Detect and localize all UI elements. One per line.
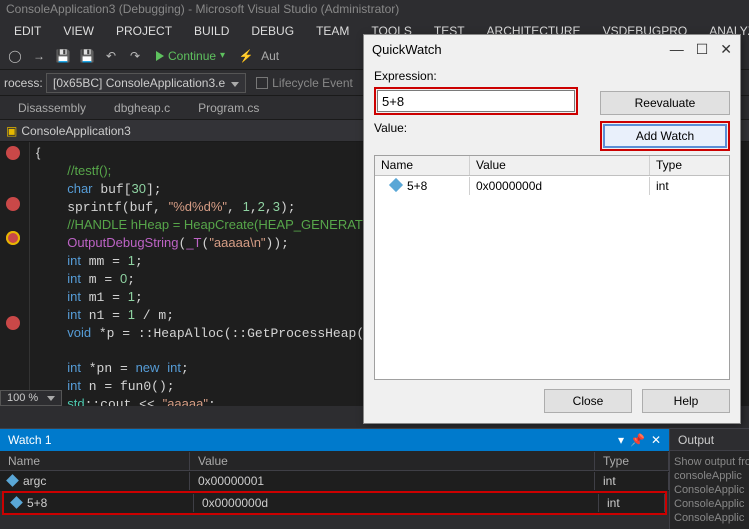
breakpoint-icon[interactable]: [6, 197, 20, 211]
menu-debug[interactable]: DEBUG: [241, 22, 304, 40]
dialog-title-bar[interactable]: QuickWatch — ☐ ✕: [364, 35, 740, 63]
build-icon[interactable]: ⚡: [237, 47, 255, 65]
save-all-icon[interactable]: 💾: [78, 47, 96, 65]
project-icon: ▣: [6, 124, 17, 138]
watch-row-argc[interactable]: argc 0x00000001 int: [0, 471, 669, 491]
nav-back-icon[interactable]: ◯: [6, 47, 24, 65]
pin-icon[interactable]: 📌: [630, 433, 645, 447]
col-value[interactable]: Value: [470, 156, 650, 175]
output-title[interactable]: Output: [670, 429, 749, 451]
tab-program[interactable]: Program.cs: [184, 97, 273, 119]
process-value: [0x65BC] ConsoleApplication3.e: [53, 76, 225, 90]
expression-label: Expression:: [374, 69, 437, 83]
minimize-icon[interactable]: —: [670, 41, 684, 58]
grid-header: Name Value Type: [375, 156, 729, 176]
aut-label: Aut: [261, 49, 279, 63]
menu-view[interactable]: VIEW: [53, 22, 104, 40]
tab-dbgheap[interactable]: dbgheap.c: [100, 97, 184, 119]
output-line: ConsoleApplic: [674, 483, 745, 497]
watch-col-name[interactable]: Name: [0, 452, 190, 470]
current-breakpoint-icon[interactable]: [6, 231, 20, 245]
editor-gutter: [0, 142, 30, 406]
watch-col-type[interactable]: Type: [595, 452, 669, 470]
zoom-value: 100 %: [7, 392, 38, 404]
window-title: ConsoleApplication3 (Debugging) - Micros…: [6, 2, 399, 16]
save-icon[interactable]: 💾: [54, 47, 72, 65]
expression-highlight: [374, 87, 578, 115]
add-watch-button[interactable]: Add Watch: [603, 124, 727, 148]
col-type[interactable]: Type: [650, 156, 729, 175]
wr-value: 0x00000001: [190, 472, 595, 490]
show-output-from: Show output fro: [674, 455, 745, 469]
menu-project[interactable]: PROJECT: [106, 22, 182, 40]
redo-icon[interactable]: ↷: [126, 47, 144, 65]
dropdown-icon[interactable]: ▾: [618, 433, 624, 447]
quickwatch-dialog: QuickWatch — ☐ ✕ Expression: Value: Name…: [363, 34, 741, 424]
breakpoint-icon[interactable]: [6, 316, 20, 330]
row-type: int: [650, 177, 729, 195]
value-icon: [389, 178, 403, 192]
close-panel-icon[interactable]: ✕: [651, 433, 661, 447]
watch-row-highlight: 5+8 0x0000000d int: [2, 491, 667, 515]
undo-icon[interactable]: ↶: [102, 47, 120, 65]
value-icon: [6, 474, 19, 487]
zoom-combo[interactable]: 100 %: [0, 390, 62, 406]
wr-name: 5+8: [27, 496, 47, 510]
wr-type: int: [595, 472, 669, 490]
watch-row-5plus8[interactable]: 5+8 0x0000000d int: [4, 493, 665, 513]
reevaluate-button[interactable]: Reevaluate: [600, 91, 730, 115]
expression-input[interactable]: [377, 90, 575, 112]
lifecycle-events[interactable]: Lifecycle Event: [256, 76, 353, 90]
output-line: ConsoleApplic: [674, 497, 745, 511]
add-watch-highlight: Add Watch: [600, 121, 730, 151]
wr-type: int: [599, 494, 665, 512]
close-button[interactable]: Close: [544, 389, 632, 413]
grid-row[interactable]: 5+8 0x0000000d int: [375, 176, 729, 196]
menu-edit[interactable]: EDIT: [4, 22, 51, 40]
process-label: rocess:: [4, 76, 43, 90]
watch-col-value[interactable]: Value: [190, 452, 595, 470]
dialog-title: QuickWatch: [372, 42, 442, 57]
play-icon: [156, 51, 164, 61]
watch-title: Watch 1: [8, 433, 52, 447]
value-icon: [10, 496, 23, 509]
breakpoint-icon[interactable]: [6, 146, 20, 160]
continue-button[interactable]: Continue ▾: [150, 47, 231, 65]
result-grid: Name Value Type 5+8 0x0000000d int: [374, 155, 730, 380]
row-name: 5+8: [407, 179, 427, 193]
watch-header: Name Value Type: [0, 451, 669, 471]
lifecycle-icon: [256, 77, 268, 89]
col-name[interactable]: Name: [375, 156, 470, 175]
maximize-icon[interactable]: ☐: [696, 41, 709, 58]
lifecycle-label: Lifecycle Event: [272, 76, 353, 90]
output-line: consoleApplic: [674, 469, 745, 483]
value-label: Value:: [374, 121, 407, 135]
continue-label: Continue: [168, 49, 216, 63]
close-icon[interactable]: ✕: [720, 41, 732, 58]
wr-value: 0x0000000d: [194, 494, 599, 512]
breadcrumb-text: ConsoleApplication3: [21, 124, 130, 138]
menu-team[interactable]: TEAM: [306, 22, 359, 40]
tab-disassembly[interactable]: Disassembly: [4, 97, 100, 119]
wr-name: argc: [23, 474, 46, 488]
title-bar: ConsoleApplication3 (Debugging) - Micros…: [0, 0, 749, 20]
watch-title-bar[interactable]: Watch 1 ▾ 📌 ✕: [0, 429, 669, 451]
output-body: Show output fro consoleApplic ConsoleApp…: [670, 451, 749, 529]
help-button[interactable]: Help: [642, 389, 730, 413]
output-panel: Output Show output fro consoleApplic Con…: [669, 428, 749, 529]
nav-fwd-icon[interactable]: →: [30, 47, 48, 65]
row-value: 0x0000000d: [470, 177, 650, 195]
process-combo[interactable]: [0x65BC] ConsoleApplication3.e: [46, 73, 246, 93]
menu-build[interactable]: BUILD: [184, 22, 239, 40]
watch-panel: Watch 1 ▾ 📌 ✕ Name Value Type argc 0x000…: [0, 428, 669, 529]
output-line: ConsoleApplic: [674, 511, 745, 525]
bottom-panels: Watch 1 ▾ 📌 ✕ Name Value Type argc 0x000…: [0, 428, 749, 529]
